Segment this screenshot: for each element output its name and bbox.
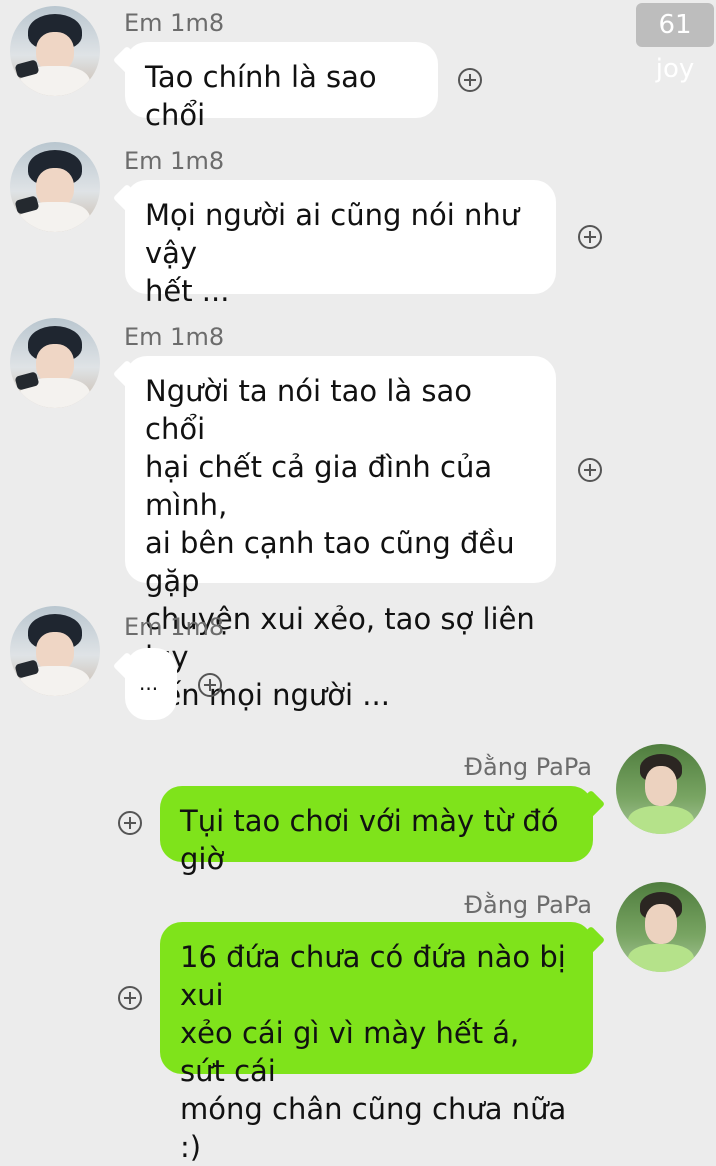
sender-name: Em 1m8 xyxy=(124,323,225,351)
sender-name: Em 1m8 xyxy=(124,9,225,37)
message-bubble[interactable]: Tụi tao chơi với mày từ đó giờ xyxy=(160,786,593,876)
react-plus-icon[interactable] xyxy=(578,458,602,482)
message-bubble[interactable]: Tao chính là sao chổi xyxy=(125,42,438,132)
message-line: 16 đứa chưa có đứa nào bị xui xyxy=(180,940,566,1012)
message-line: hết ... xyxy=(145,274,230,308)
avatar[interactable] xyxy=(10,6,100,96)
sender-name: Em 1m8 xyxy=(124,147,225,175)
avatar[interactable] xyxy=(10,142,100,232)
message-line: Tao chính là sao chổi xyxy=(145,60,377,132)
message-line: hại chết cả gia đình của mình, xyxy=(145,450,493,522)
message-line: xẻo cái gì vì mày hết á, sứt cái xyxy=(180,1016,520,1088)
sender-name: Đằng PaPa xyxy=(464,753,592,781)
message-bubble[interactable]: Mọi người ai cũng nói như vậy hết ... xyxy=(125,180,556,308)
react-plus-icon[interactable] xyxy=(578,225,602,249)
react-plus-icon[interactable] xyxy=(118,811,142,835)
avatar[interactable] xyxy=(616,882,706,972)
sender-name: Đằng PaPa xyxy=(464,891,592,919)
avatar[interactable] xyxy=(616,744,706,834)
avatar[interactable] xyxy=(10,606,100,696)
react-plus-icon[interactable] xyxy=(118,986,142,1010)
message-line: ... xyxy=(139,671,159,695)
avatar[interactable] xyxy=(10,318,100,408)
message-line: Người ta nói tao là sao chổi xyxy=(145,374,473,446)
message-bubble[interactable]: 16 đứa chưa có đứa nào bị xui xẻo cái gì… xyxy=(160,922,593,1164)
react-plus-icon[interactable] xyxy=(198,673,222,697)
message-line: móng chân cũng chưa nữa :) xyxy=(180,1092,567,1164)
message-bubble[interactable]: ... xyxy=(125,648,177,720)
watermark: 61 joy xyxy=(636,3,714,84)
react-plus-icon[interactable] xyxy=(458,68,482,92)
message-line: Tụi tao chơi với mày từ đó giờ xyxy=(180,804,559,876)
message-bubble[interactable]: Người ta nói tao là sao chổi hại chết cả… xyxy=(125,356,556,712)
sender-name: Em 1m8 xyxy=(124,613,225,641)
message-line: ai bên cạnh tao cũng đều gặp xyxy=(145,526,515,598)
message-line: Mọi người ai cũng nói như vậy xyxy=(145,198,520,270)
